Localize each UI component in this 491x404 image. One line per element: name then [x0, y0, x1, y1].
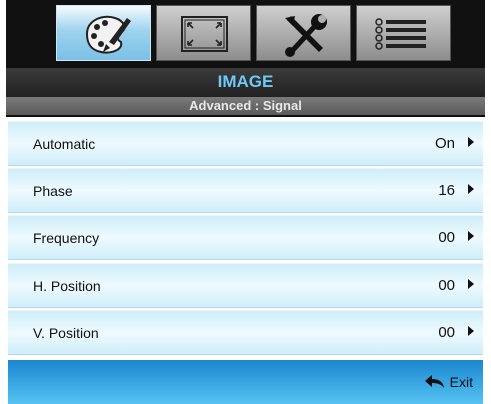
tab-display[interactable] — [156, 5, 251, 61]
arrow-right-icon[interactable] — [468, 184, 474, 194]
tab-setup[interactable] — [256, 5, 351, 61]
row-value: 00 — [438, 277, 455, 294]
row-value: On — [434, 135, 455, 152]
tab-bar — [6, 0, 485, 68]
tab-image[interactable] — [56, 5, 151, 61]
palette-brush-icon — [85, 15, 131, 54]
row-label: V. Position — [33, 325, 99, 341]
row-value: 00 — [438, 229, 455, 246]
menu-row-frequency[interactable]: Frequency 00 — [8, 215, 483, 260]
menu-row-automatic[interactable]: Automatic On — [8, 121, 483, 166]
osd-menu: IMAGE Advanced : Signal Automatic On Pha… — [6, 0, 485, 404]
row-label: Automatic — [33, 136, 96, 152]
row-label: Phase — [33, 183, 73, 199]
exit-button[interactable]: Exit — [424, 360, 473, 404]
row-label: Frequency — [33, 230, 100, 246]
arrow-right-icon[interactable] — [468, 231, 474, 241]
menu-header: IMAGE Advanced : Signal — [6, 68, 485, 117]
arrow-right-icon[interactable] — [468, 137, 474, 147]
page-title: IMAGE — [217, 72, 274, 91]
exit-label: Exit — [449, 374, 473, 390]
row-label: H. Position — [33, 278, 101, 294]
row-value: 16 — [438, 182, 455, 199]
screen-expand-icon — [181, 16, 228, 52]
arrow-right-icon[interactable] — [468, 279, 474, 289]
menu-footer: Exit — [8, 360, 483, 404]
menu-row-phase[interactable]: Phase 16 — [8, 168, 483, 213]
menu-row-v-position[interactable]: V. Position 00 — [8, 310, 483, 355]
list-icon — [375, 18, 426, 50]
return-arrow-icon — [424, 375, 444, 388]
tools-icon — [285, 14, 327, 57]
menu-row-h-position[interactable]: H. Position 00 — [8, 263, 483, 308]
arrow-right-icon[interactable] — [468, 326, 474, 336]
breadcrumb: Advanced : Signal — [6, 97, 485, 115]
row-value: 00 — [438, 324, 455, 341]
tab-options[interactable] — [356, 5, 451, 61]
